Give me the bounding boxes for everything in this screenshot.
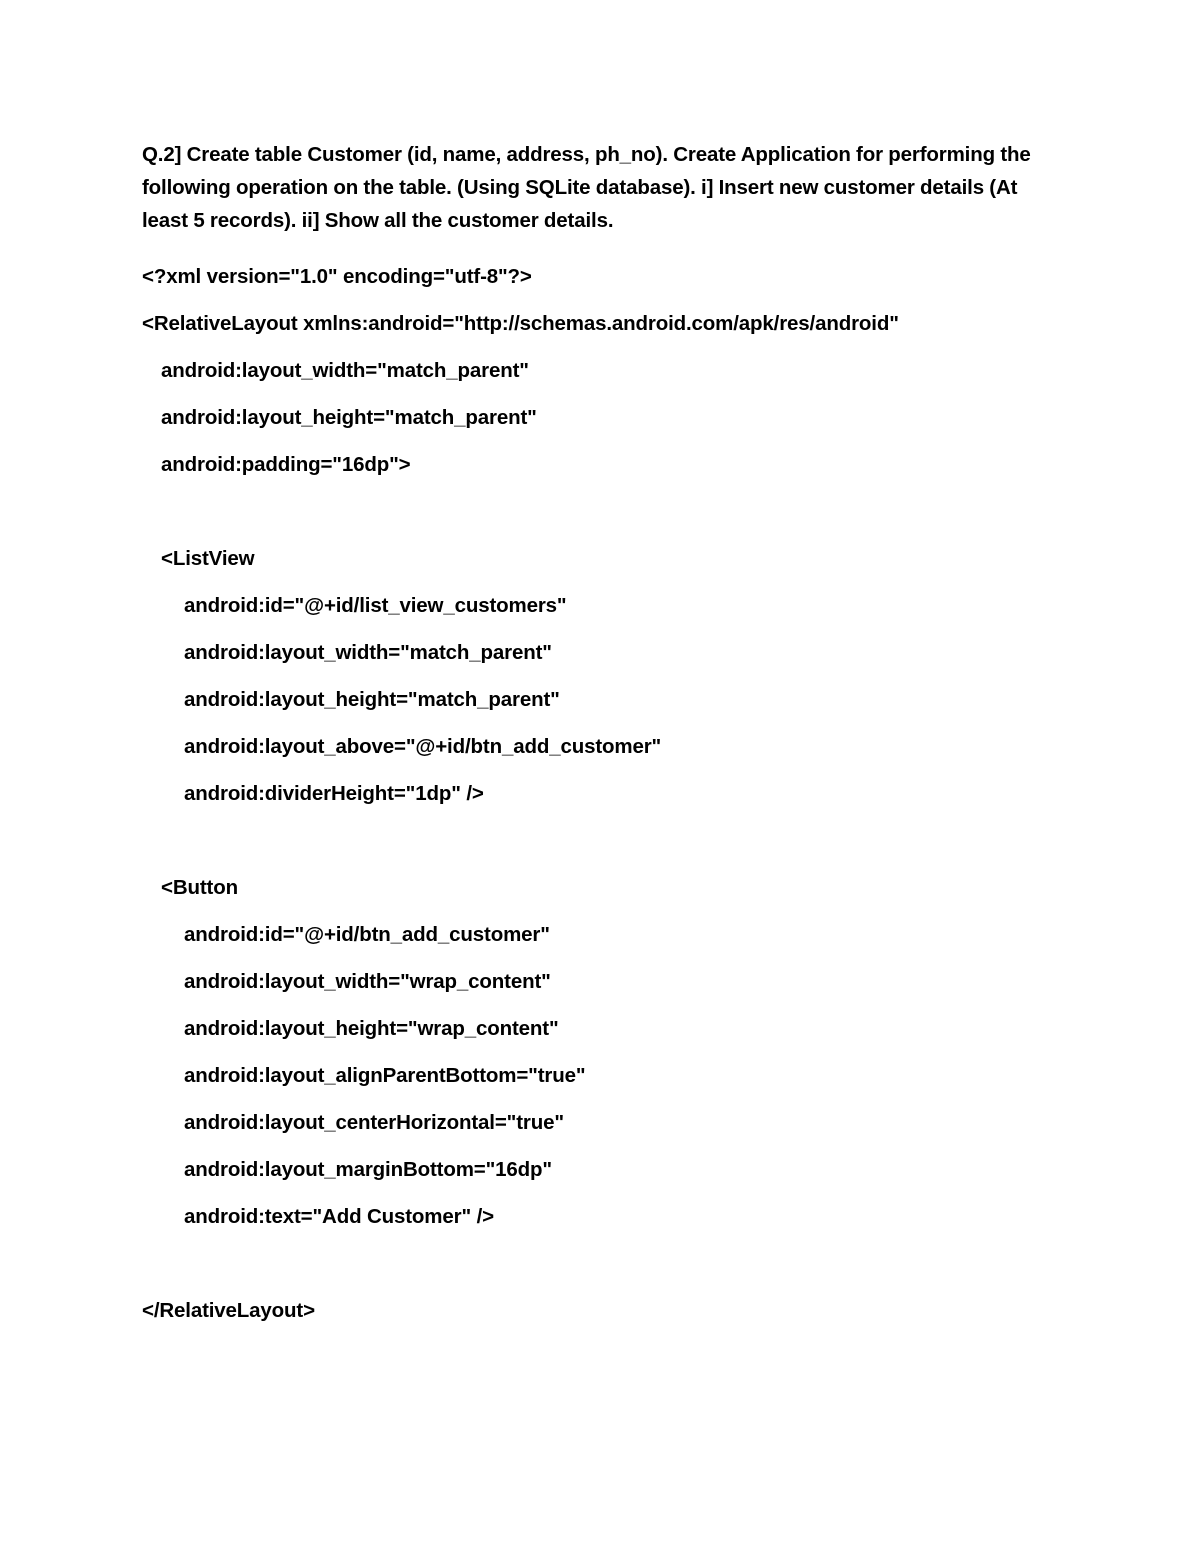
code-line: </RelativeLayout> (142, 1299, 315, 1322)
code-line: android:layout_width="match_parent" (161, 359, 529, 382)
code-line: android:padding="16dp"> (161, 453, 411, 476)
code-line: android:layout_marginBottom="16dp" (184, 1158, 552, 1181)
code-line: android:text="Add Customer" /> (184, 1205, 494, 1228)
code-line: android:layout_height="match_parent" (184, 688, 560, 711)
code-line: android:layout_centerHorizontal="true" (184, 1111, 564, 1134)
code-line: android:layout_height="match_parent" (161, 406, 537, 429)
code-line: android:dividerHeight="1dp" /> (184, 782, 484, 805)
code-line: android:layout_height="wrap_content" (184, 1017, 559, 1040)
code-line: <Button (161, 876, 238, 899)
code-line: <RelativeLayout xmlns:android="http://sc… (142, 312, 899, 335)
code-line: android:layout_alignParentBottom="true" (184, 1064, 586, 1087)
code-line: android:layout_width="match_parent" (184, 641, 552, 664)
code-line: android:id="@+id/btn_add_customer" (184, 923, 550, 946)
xml-code-block: <?xml version="1.0" encoding="utf-8"?> <R… (142, 253, 1060, 1334)
code-line: <ListView (161, 547, 255, 570)
document-page: Q.2] Create table Customer (id, name, ad… (0, 0, 1200, 1553)
code-line: android:layout_above="@+id/btn_add_custo… (184, 735, 662, 758)
document-content: Q.2] Create table Customer (id, name, ad… (142, 138, 1060, 1334)
code-line: android:id="@+id/list_view_customers" (184, 594, 567, 617)
question-paragraph: Q.2] Create table Customer (id, name, ad… (142, 143, 1031, 232)
code-line: android:layout_width="wrap_content" (184, 970, 551, 993)
code-line: <?xml version="1.0" encoding="utf-8"?> (142, 265, 532, 288)
